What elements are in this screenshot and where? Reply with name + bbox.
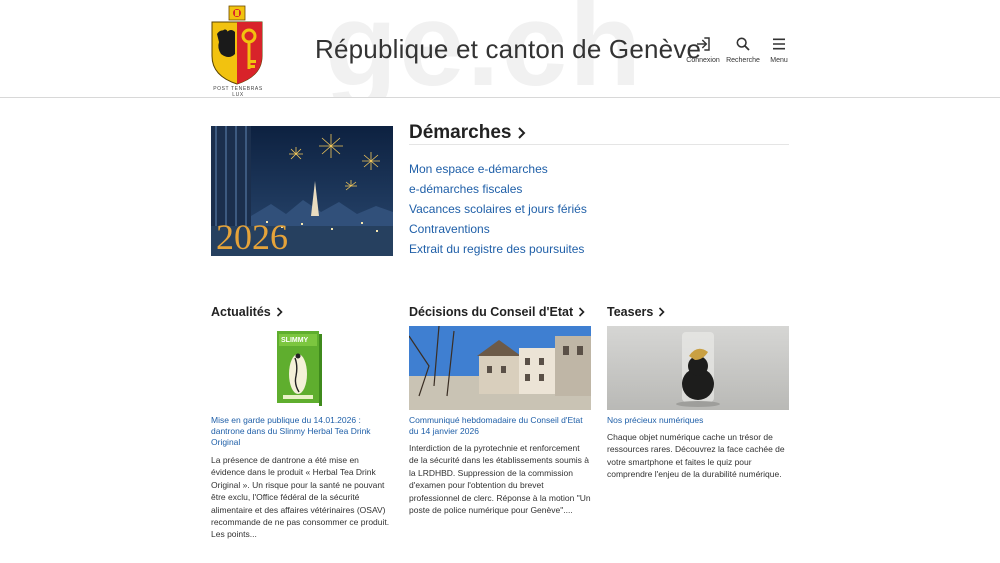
- logo-motto: POST TENEBRAS LUX: [213, 86, 263, 98]
- divider: [409, 144, 789, 145]
- geneva-coat-of-arms-logo[interactable]: [209, 4, 265, 94]
- login-label: Connexion: [686, 57, 720, 64]
- teasers-card-text: Chaque objet numérique cache un trésor d…: [607, 432, 785, 480]
- demarches-link-vacances[interactable]: Vacances scolaires et jours fériés: [409, 202, 587, 222]
- council-decisions-card-image[interactable]: [409, 326, 591, 410]
- chevron-right-icon: [518, 127, 526, 139]
- search-label: Recherche: [726, 57, 760, 64]
- chevron-right-icon: [579, 307, 585, 317]
- council-decisions-card-title[interactable]: Communiqué hebdomadaire du Conseil d'Eta…: [409, 415, 591, 437]
- teasers-column: Teasers Nos précieux numériques Chaque o…: [607, 304, 789, 479]
- council-decisions-heading: Décisions du Conseil d'Etat: [409, 305, 574, 319]
- council-decisions-card-text: Interdiction de la pyrotechnie et renfor…: [409, 443, 591, 516]
- site-title[interactable]: République et canton de Genève: [315, 34, 701, 65]
- council-decisions-heading-link[interactable]: Décisions du Conseil d'Etat: [409, 304, 591, 320]
- demarches-link-poursuites[interactable]: Extrait du registre des poursuites: [409, 242, 587, 262]
- login-icon: [697, 37, 710, 51]
- demarches-link-fiscales[interactable]: e-démarches fiscales: [409, 182, 587, 202]
- demarches-link-contraventions[interactable]: Contraventions: [409, 222, 587, 242]
- news-card-title[interactable]: Mise en garde publique du 14.01.2026 : d…: [211, 415, 393, 448]
- hamburger-menu-icon: [773, 38, 785, 50]
- demarches-link-e-demarches[interactable]: Mon espace e-démarches: [409, 162, 587, 182]
- tea-box-text: SLIMMY: [281, 337, 309, 344]
- news-column: Actualités SLIMMY Mise en garde publique…: [211, 304, 393, 539]
- news-heading-link[interactable]: Actualités: [211, 304, 393, 320]
- council-decisions-column: Décisions du Conseil d'Etat Communiqué h…: [409, 304, 591, 515]
- menu-button[interactable]: Menu: [768, 36, 790, 64]
- site-header: ge.ch POST TENEBRAS LUX République et ca…: [0, 0, 1000, 98]
- teasers-card-image[interactable]: [607, 326, 789, 410]
- login-button[interactable]: Connexion: [686, 36, 720, 64]
- chevron-right-icon: [276, 307, 283, 317]
- teasers-heading-link[interactable]: Teasers: [607, 304, 789, 320]
- demarches-heading: Démarches: [409, 122, 512, 143]
- search-button[interactable]: Recherche: [726, 36, 760, 64]
- menu-label: Menu: [770, 57, 788, 64]
- demarches-link-list: Mon espace e-démarches e-démarches fisca…: [409, 162, 587, 262]
- news-heading: Actualités: [211, 305, 271, 319]
- teasers-heading: Teasers: [607, 305, 654, 319]
- chevron-right-icon: [659, 307, 665, 317]
- teasers-card-title[interactable]: Nos précieux numériques: [607, 415, 789, 426]
- search-icon: [736, 37, 750, 51]
- demarches-heading-link[interactable]: Démarches: [409, 122, 526, 144]
- news-card-text: La présence de dantrone a été mise en év…: [211, 455, 390, 540]
- new-year-2026-image[interactable]: 2026: [211, 126, 393, 256]
- news-card-image[interactable]: SLIMMY: [211, 326, 393, 410]
- hero-year-text: 2026: [216, 217, 288, 256]
